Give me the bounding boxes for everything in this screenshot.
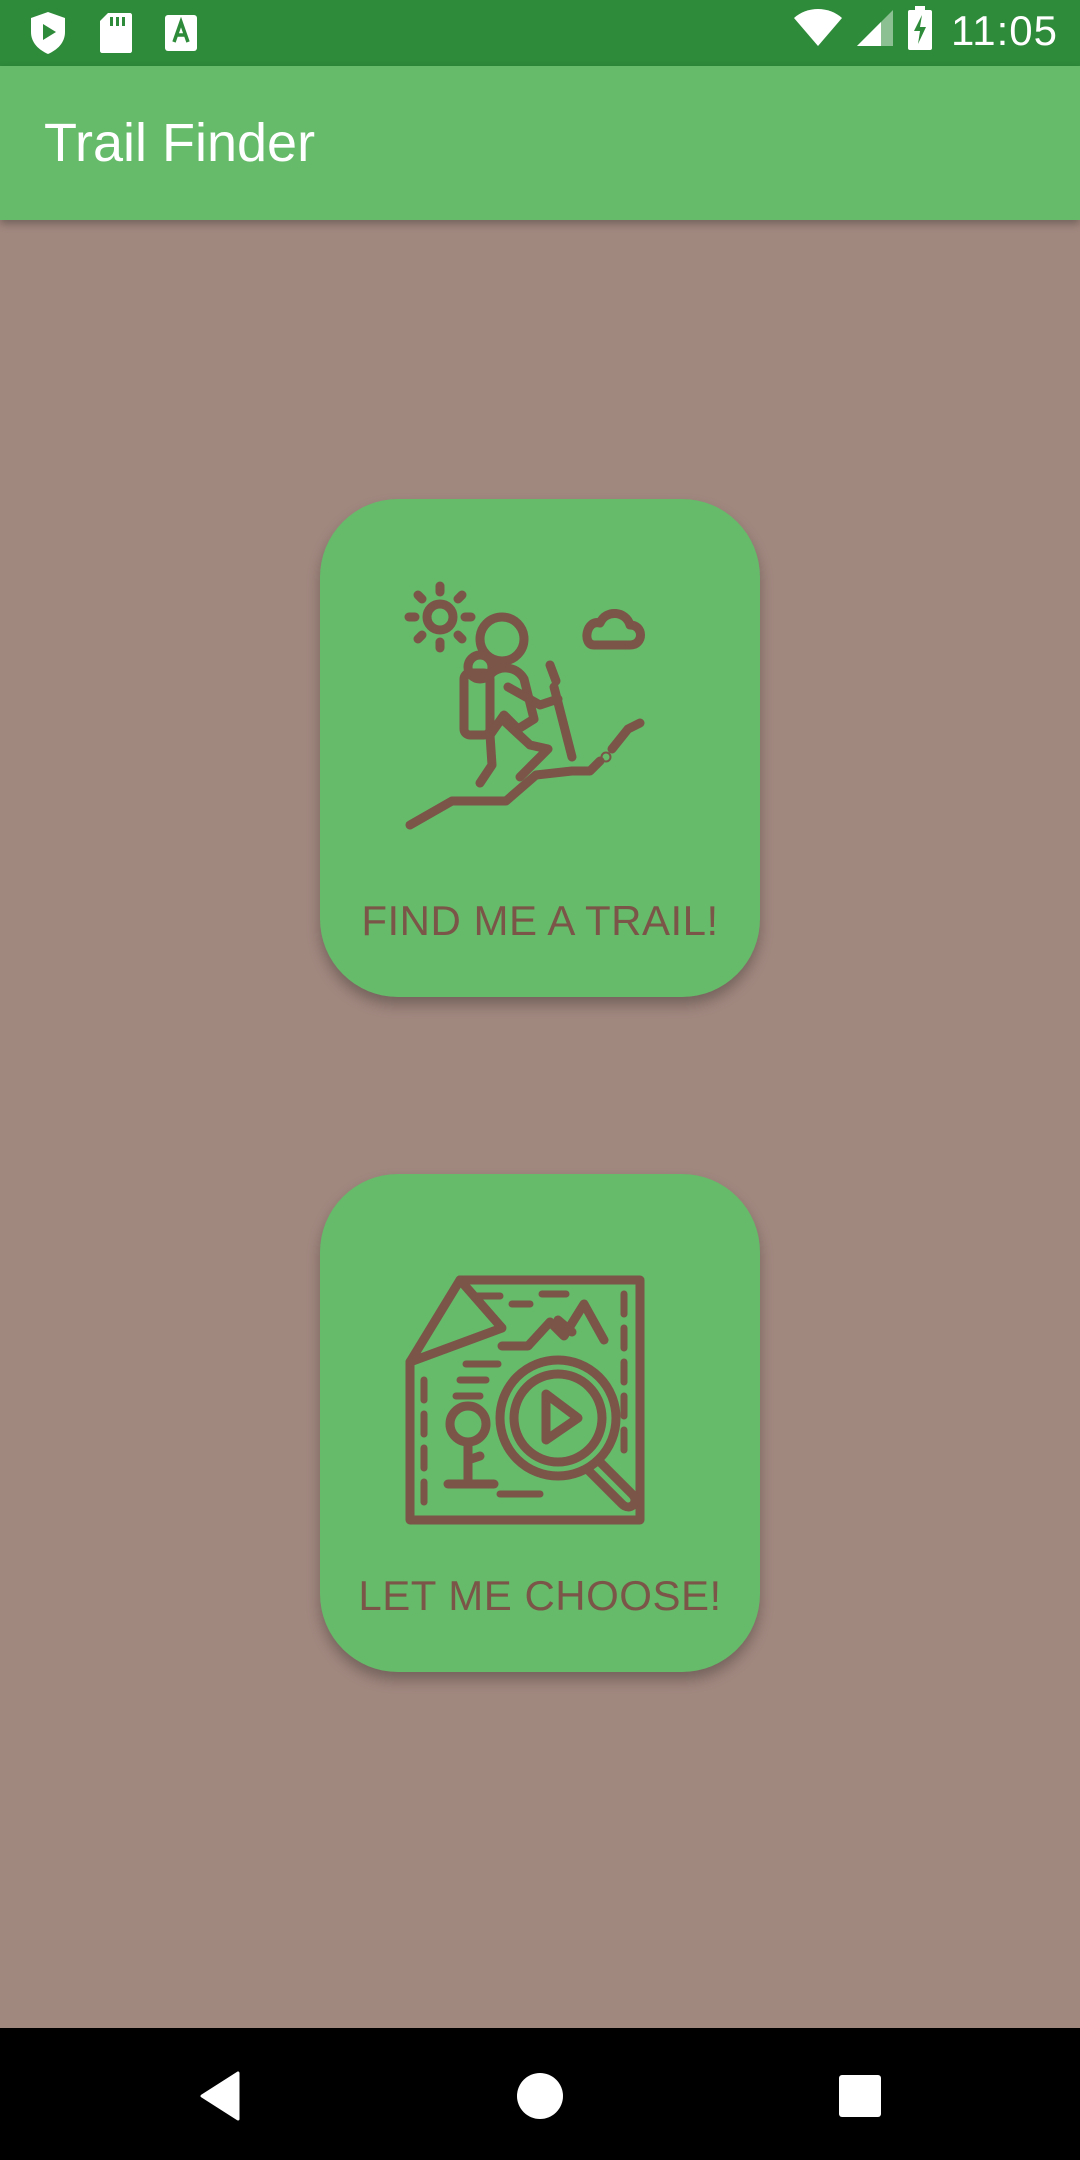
let-me-choose-button[interactable]: LET ME CHOOSE! (320, 1174, 760, 1672)
let-me-choose-label: LET ME CHOOSE! (358, 1572, 722, 1619)
status-clock: 11:05 (951, 6, 1058, 54)
sd-card-icon (98, 11, 134, 55)
app-bar: Trail Finder (0, 66, 1080, 220)
status-right-icons: 11:05 (793, 6, 1058, 55)
shield-play-icon (28, 10, 68, 56)
find-trail-label: FIND ME A TRAIL! (361, 897, 719, 944)
status-bar: 11:05 (0, 0, 1080, 66)
app-title: Trail Finder (44, 113, 316, 173)
find-trail-button[interactable]: FIND ME A TRAIL! (320, 499, 760, 997)
cell-signal-icon (855, 8, 895, 53)
back-icon (200, 2071, 240, 2121)
map-search-icon (405, 1275, 645, 1525)
back-button[interactable] (180, 2056, 260, 2136)
home-icon (517, 2073, 563, 2119)
recents-button[interactable] (820, 2056, 900, 2136)
status-left-icons (28, 10, 198, 56)
nav-bar (0, 2028, 1080, 2160)
hiker-icon (404, 581, 645, 830)
battery-charging-icon (907, 6, 933, 55)
wifi-icon (793, 8, 843, 53)
recents-icon (839, 2075, 881, 2117)
home-button[interactable] (500, 2056, 580, 2136)
text-a-icon (164, 14, 198, 52)
